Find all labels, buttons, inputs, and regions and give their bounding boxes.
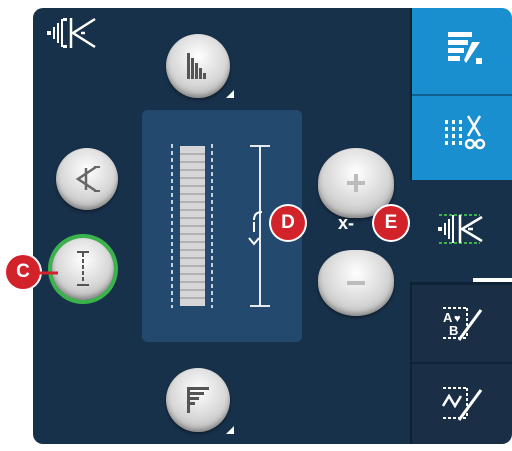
stitch-length-icon [77,251,89,286]
sequencing-tab[interactable]: A ♥ B [410,282,512,362]
stitch-menu-tab[interactable] [410,8,512,180]
stitch-settings-tab[interactable] [410,180,512,278]
stitch-value-readout: x- [337,212,354,233]
svg-text:B: B [449,323,458,338]
stitch-density-increase-button[interactable] [166,34,230,98]
abc-sequence-icon: A ♥ B [443,306,483,341]
stitch-length-button[interactable] [52,238,114,300]
stitch-density-decrease-button[interactable] [166,368,230,432]
callout-line-c [38,271,58,275]
callout-marker-e: E [374,206,408,240]
cut-stitch-icon [445,115,486,150]
callout-marker-d: D [271,206,305,240]
minus-icon [347,281,365,285]
decrease-button[interactable] [318,250,394,316]
stitch-density-icon [187,53,206,79]
corner-indicator [226,90,234,98]
stitch-menu-icon [448,32,482,64]
plus-icon [347,174,365,192]
tab-separator [412,94,512,96]
width-density-mode-icon [47,17,96,49]
stitch-width-icon [75,165,100,193]
stitch-density-reverse-icon [187,387,209,413]
stitch-program-icon [441,387,483,421]
callout-marker-c: C [6,255,40,289]
stitch-width-density-icon [438,214,483,244]
stitch-program-tab[interactable] [410,362,512,444]
corner-indicator [226,426,234,434]
stitch-width-button[interactable] [56,148,118,210]
right-tab-bar: A ♥ B [410,8,512,444]
